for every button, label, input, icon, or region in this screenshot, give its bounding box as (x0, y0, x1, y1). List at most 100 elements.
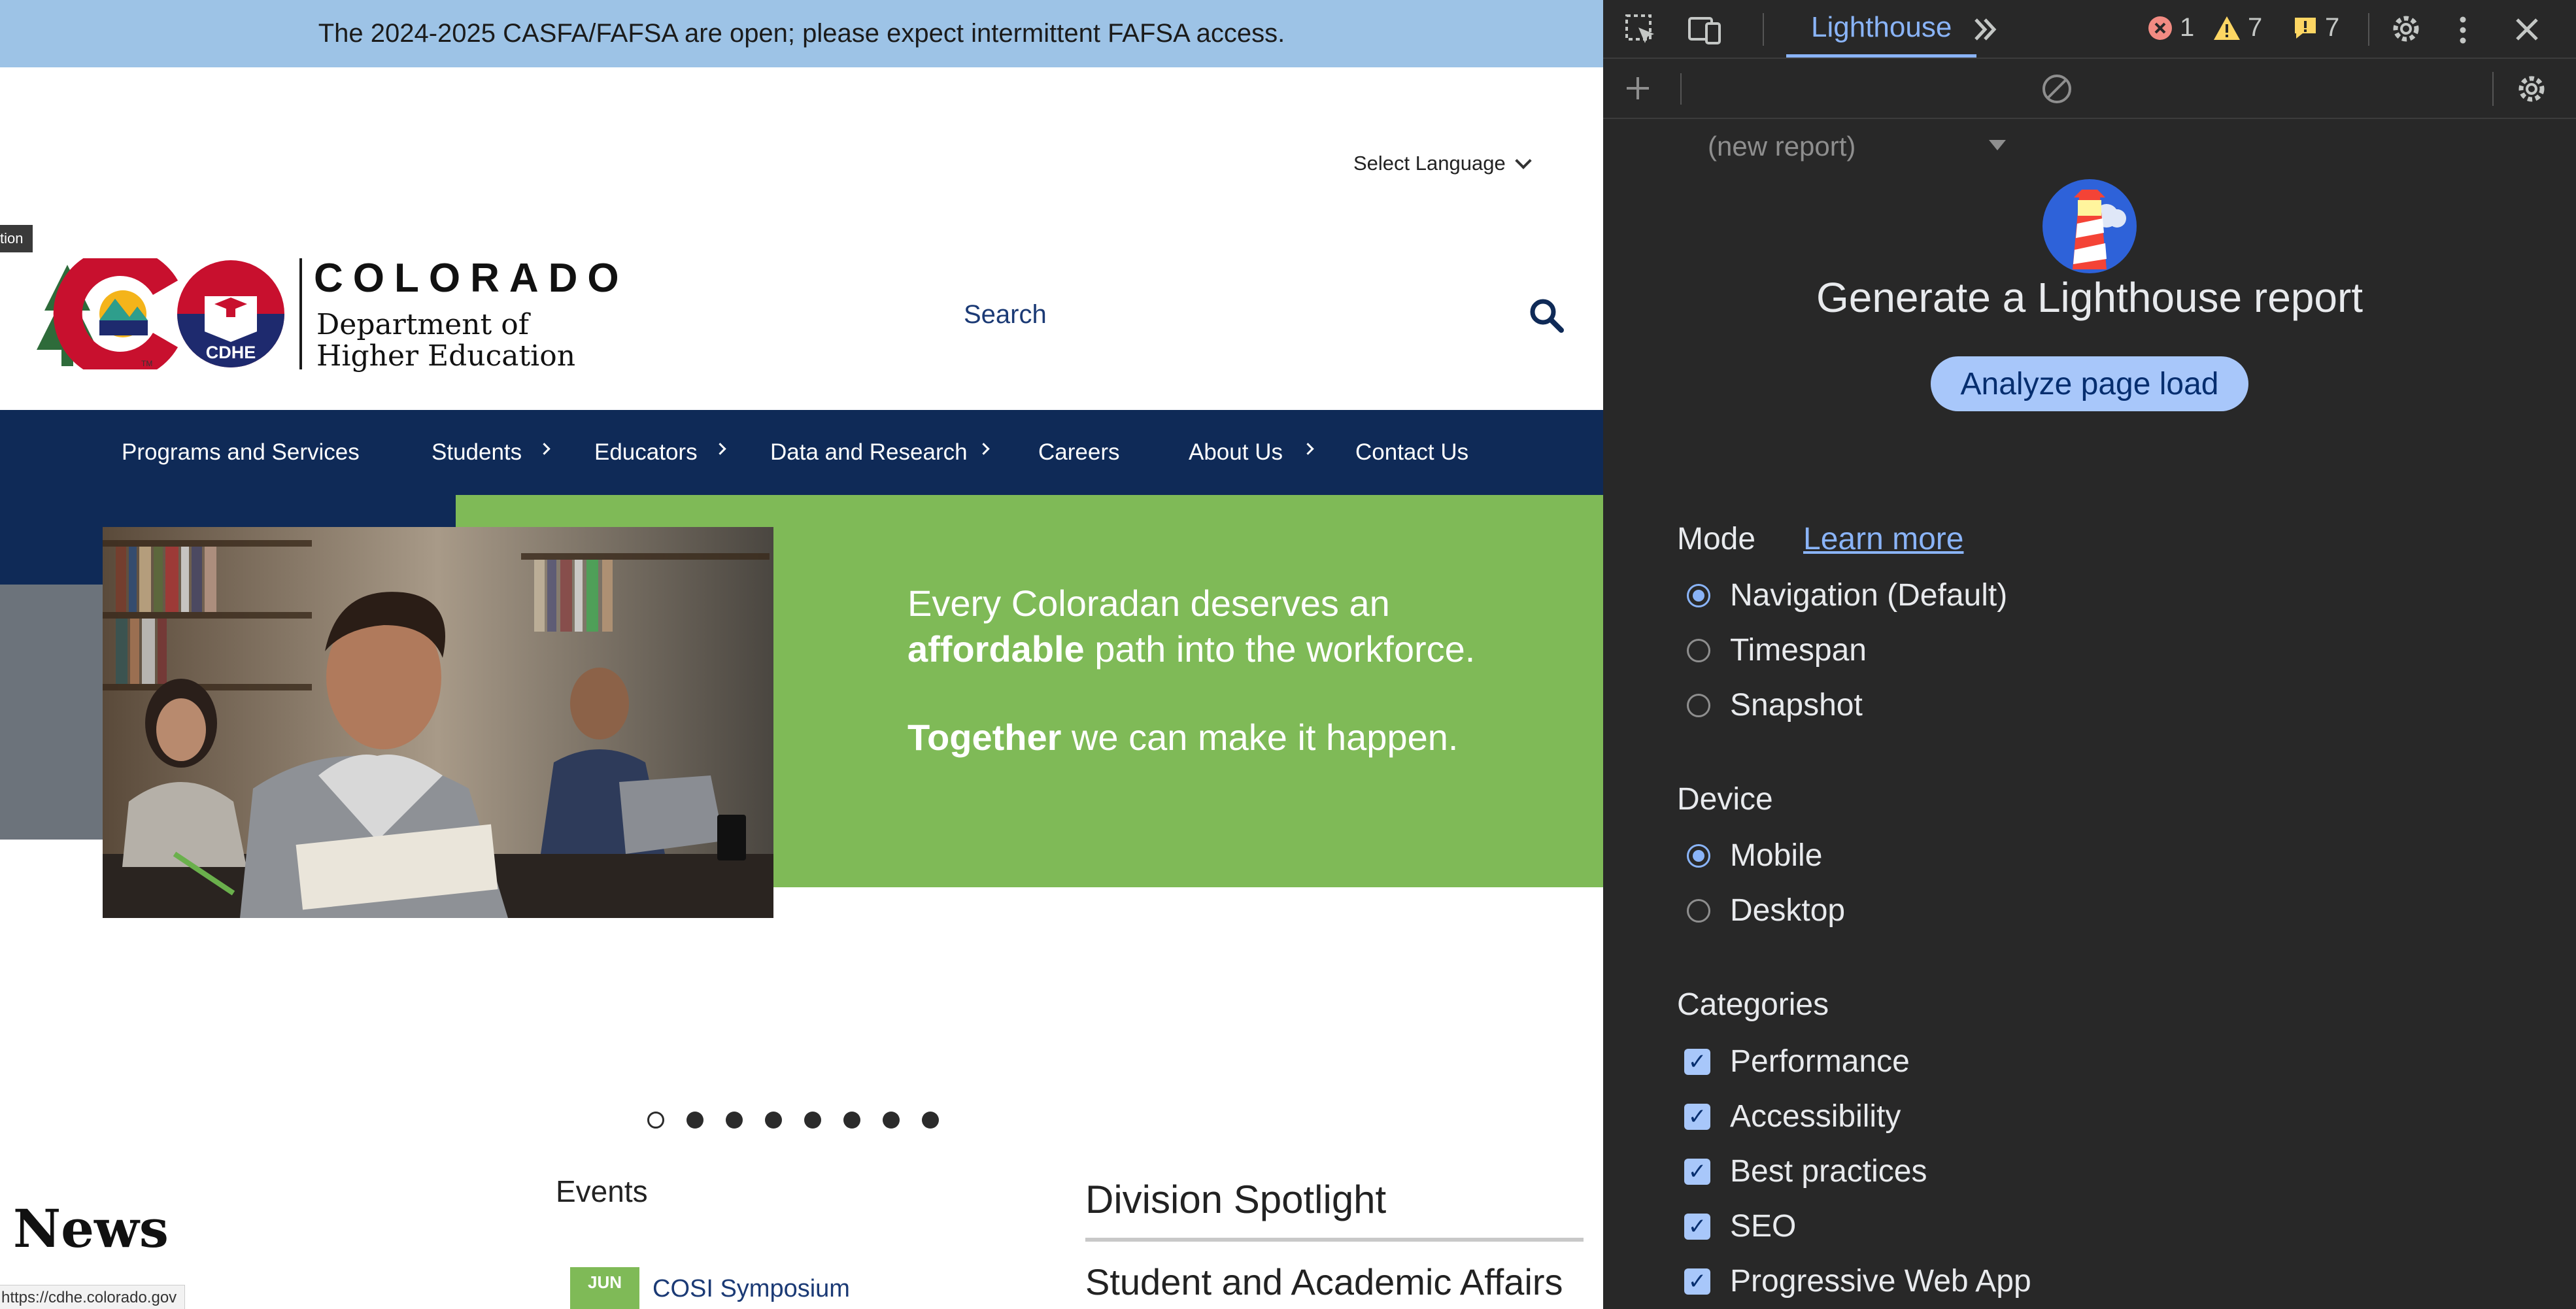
warning-count-badge[interactable]: 7 (2212, 13, 2262, 42)
toolbar-separator (2368, 13, 2369, 46)
add-icon[interactable] (1623, 73, 1653, 103)
search-icon[interactable] (1529, 298, 1565, 337)
web-page: The 2024-2025 CASFA/FAFSA are open; plea… (0, 0, 1603, 1309)
spotlight-subtitle[interactable]: Student and Academic Affairs (1085, 1261, 1563, 1303)
status-bar-url: https://cdhe.colorado.gov (0, 1285, 186, 1309)
category-accessibility[interactable]: ✓ Accessibility (1684, 1098, 1901, 1134)
hero-message: Every Coloradan deserves an affordable p… (907, 581, 1475, 760)
kebab-menu-icon[interactable] (2453, 12, 2473, 48)
division-spotlight-heading: Division Spotlight (1085, 1178, 1387, 1221)
lighthouse-report-bar: (new report) (1603, 59, 2576, 162)
cdhe-logo[interactable]: TM CDHE COLORADO Department of Higher Ed… (31, 247, 633, 381)
carousel-dot[interactable] (843, 1112, 860, 1129)
checkbox-checked-icon: ✓ (1684, 1048, 1710, 1075)
nav-item-data-and-research[interactable]: Data and Research (770, 410, 990, 495)
toolbar-separator (1680, 73, 1682, 105)
main-navigation: Programs and Services Students Educators… (0, 410, 1603, 495)
hero-line-1: Every Coloradan deserves an (907, 583, 1390, 624)
carousel-dot[interactable] (804, 1112, 821, 1129)
nav-item-students[interactable]: Students (432, 410, 551, 495)
carousel-indicators (647, 1112, 939, 1129)
svg-text:CDHE: CDHE (206, 343, 256, 362)
language-selector-label: Select Language (1353, 152, 1506, 175)
mode-heading: Mode (1677, 522, 1756, 556)
devtools-toolbar: Lighthouse 1 7 7 (1603, 0, 2576, 59)
radio-icon (1687, 898, 1710, 923)
carousel-dot[interactable] (765, 1112, 782, 1129)
carousel-dot[interactable] (647, 1112, 664, 1129)
category-progressive-web-app[interactable]: ✓ Progressive Web App (1684, 1263, 2031, 1299)
device-option-mobile[interactable]: Mobile (1687, 838, 1822, 874)
chevron-right-icon (713, 442, 726, 455)
alert-banner-text: The 2024-2025 CASFA/FAFSA are open; plea… (318, 19, 1285, 48)
mode-option-timespan[interactable]: Timespan (1687, 632, 1867, 668)
toolbar-separator (1763, 13, 1764, 46)
checkbox-checked-icon: ✓ (1684, 1158, 1710, 1185)
chevron-down-icon (1514, 152, 1532, 169)
logo-divider (299, 258, 302, 369)
chevron-down-icon (1989, 140, 2006, 150)
toolbar-separator (2492, 72, 2494, 106)
radio-selected-icon (1687, 583, 1710, 607)
carousel-dot[interactable] (686, 1112, 703, 1129)
devtools-panel: Lighthouse 1 7 7 (new report) Generate a… (1603, 0, 2576, 1309)
hero-gray-block (0, 585, 103, 840)
nav-item-educators[interactable]: Educators (594, 410, 726, 495)
warning-icon (2214, 16, 2240, 40)
hero-line-2: affordable path into the workforce. (907, 628, 1476, 670)
carousel-dot[interactable] (883, 1112, 900, 1129)
radio-icon (1687, 638, 1710, 662)
more-tabs-icon[interactable] (1969, 13, 2002, 46)
spotlight-divider (1085, 1238, 1584, 1242)
event-link[interactable]: COSI Symposium (652, 1275, 850, 1303)
category-best-practices[interactable]: ✓ Best practices (1684, 1153, 1927, 1189)
news-heading: News (13, 1198, 169, 1259)
clear-icon[interactable] (2040, 72, 2074, 106)
hero-line-3: Together we can make it happen. (907, 717, 1459, 758)
logo-state-name: COLORADO (314, 256, 629, 301)
learn-more-link[interactable]: Learn more (1803, 521, 1963, 557)
nav-item-about-us[interactable]: About Us (1189, 410, 1314, 495)
carousel-dot[interactable] (922, 1112, 939, 1129)
colorado-cdhe-emblem-icon: TM CDHE (37, 247, 284, 381)
svg-text:TM: TM (141, 359, 152, 368)
lighthouse-title: Generate a Lighthouse report (1816, 274, 2364, 321)
search-input[interactable]: Search (964, 300, 1047, 330)
chevron-right-icon (1302, 442, 1314, 455)
mode-option-snapshot[interactable]: Snapshot (1687, 687, 1863, 723)
nav-item-programs-and-services[interactable]: Programs and Services (122, 410, 360, 495)
logo-department-name: Department of Higher Education (316, 308, 576, 373)
hero-photo (103, 527, 773, 918)
checkbox-checked-icon: ✓ (1684, 1213, 1710, 1240)
lighthouse-settings-gear-icon[interactable] (2513, 71, 2550, 107)
error-icon (2148, 16, 2172, 40)
tab-lighthouse[interactable]: Lighthouse (1786, 0, 1977, 58)
device-option-desktop[interactable]: Desktop (1687, 892, 1845, 928)
nav-item-careers[interactable]: Careers (1038, 410, 1119, 495)
events-heading: Events (556, 1174, 648, 1208)
chevron-right-icon (538, 442, 551, 455)
category-seo[interactable]: ✓ SEO (1684, 1208, 1796, 1244)
carousel-dot[interactable] (726, 1112, 743, 1129)
device-toolbar-icon[interactable] (1687, 12, 1723, 48)
mode-option-navigation[interactable]: Navigation (Default) (1687, 577, 2007, 613)
lighthouse-logo-icon (2042, 179, 2137, 273)
alert-banner: The 2024-2025 CASFA/FAFSA are open; plea… (0, 0, 1603, 67)
issues-count-badge[interactable]: 7 (2292, 13, 2339, 42)
inspect-element-icon[interactable] (1623, 12, 1659, 48)
close-icon[interactable] (2512, 14, 2542, 44)
category-performance[interactable]: ✓ Performance (1684, 1044, 1910, 1080)
settings-gear-icon[interactable] (2388, 10, 2424, 47)
report-select[interactable]: (new report) (1708, 131, 1856, 162)
checkbox-checked-icon: ✓ (1684, 1268, 1710, 1295)
analyze-page-load-button[interactable]: Analyze page load (1931, 356, 2248, 411)
chevron-right-icon (977, 442, 990, 455)
device-heading: Device (1677, 782, 1773, 817)
clipped-tooltip: tion (0, 225, 33, 252)
language-selector[interactable]: Select Language (1353, 152, 1532, 175)
nav-item-contact-us[interactable]: Contact Us (1355, 410, 1468, 495)
categories-heading: Categories (1677, 987, 1829, 1022)
issues-icon (2295, 17, 2316, 39)
error-count-badge[interactable]: 1 (2147, 13, 2194, 42)
radio-icon (1687, 693, 1710, 717)
